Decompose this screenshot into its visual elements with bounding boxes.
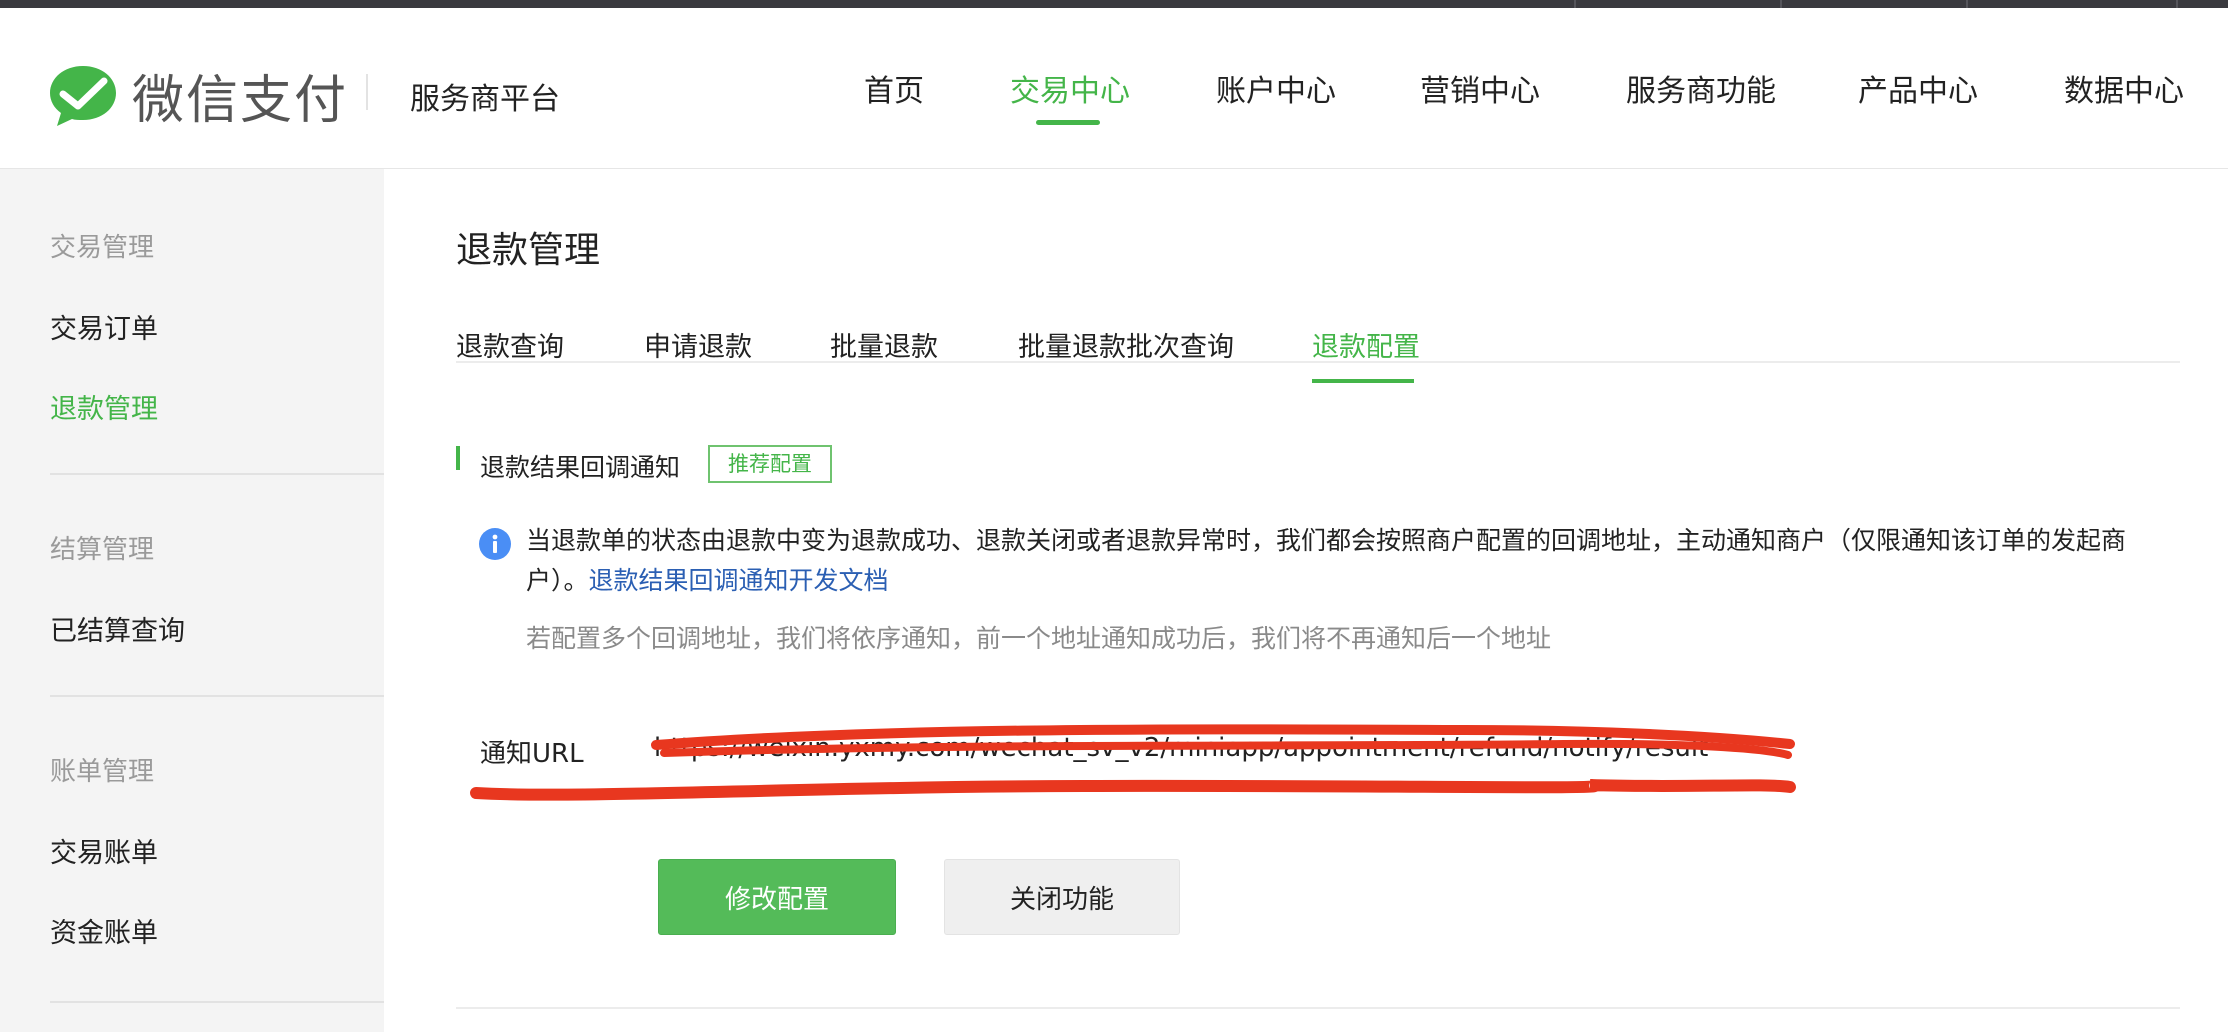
sidebar-group-trade: 交易管理 xyxy=(50,233,155,263)
top-system-bar xyxy=(0,0,2228,8)
nav-active-indicator xyxy=(1036,120,1100,125)
nav-item-trade-center[interactable]: 交易中心 xyxy=(1010,66,1130,110)
sidebar-item-trade-orders[interactable]: 交易订单 xyxy=(50,307,158,346)
brand-name: 微信支付 xyxy=(132,71,349,131)
sidebar-item-fund-bill[interactable]: 资金账单 xyxy=(50,911,158,950)
nav-item-marketing-center[interactable]: 营销中心 xyxy=(1420,66,1540,110)
content-bottom-divider xyxy=(456,1007,2180,1009)
close-feature-button[interactable]: 关闭功能 xyxy=(944,859,1180,935)
sidebar: 交易管理 交易订单 退款管理 结算管理 已结算查询 账单管理 交易账单 资金账单 xyxy=(0,169,384,1032)
top-bar-separator xyxy=(2176,0,2178,8)
nav-item-home[interactable]: 首页 xyxy=(864,66,924,110)
sidebar-item-refund-management[interactable]: 退款管理 xyxy=(50,387,158,426)
top-bar-separator xyxy=(1574,0,1576,8)
sidebar-divider xyxy=(50,1001,384,1003)
sidebar-item-settled-query[interactable]: 已结算查询 xyxy=(50,609,185,648)
modify-config-button[interactable]: 修改配置 xyxy=(658,859,896,935)
top-bar-separator xyxy=(1780,0,1782,8)
header: 微信支付 服务商平台 首页 交易中心 账户中心 营销中心 服务商功能 产品中心 … xyxy=(0,8,2228,169)
wechat-pay-logo-icon xyxy=(50,65,116,126)
wechat-pay-logo[interactable]: 微信支付 xyxy=(48,58,348,133)
nav-item-account-center[interactable]: 账户中心 xyxy=(1216,66,1336,110)
sidebar-group-settlement: 结算管理 xyxy=(50,535,155,565)
nav-item-data-center[interactable]: 数据中心 xyxy=(2064,66,2184,110)
sidebar-divider xyxy=(50,695,384,697)
top-bar-separator xyxy=(1966,0,1968,8)
nav-item-product-center[interactable]: 产品中心 xyxy=(1858,66,1978,110)
platform-name: 服务商平台 xyxy=(410,82,560,117)
sidebar-item-trade-bill[interactable]: 交易账单 xyxy=(50,831,158,870)
logo-divider xyxy=(366,74,368,110)
main-content: 退款管理 退款查询 申请退款 批量退款 批量退款批次查询 退款配置 退款结果回调… xyxy=(384,169,2228,1032)
sidebar-divider xyxy=(50,473,384,475)
nav-item-provider-functions[interactable]: 服务商功能 xyxy=(1626,66,1776,110)
sidebar-group-bills: 账单管理 xyxy=(50,757,155,787)
